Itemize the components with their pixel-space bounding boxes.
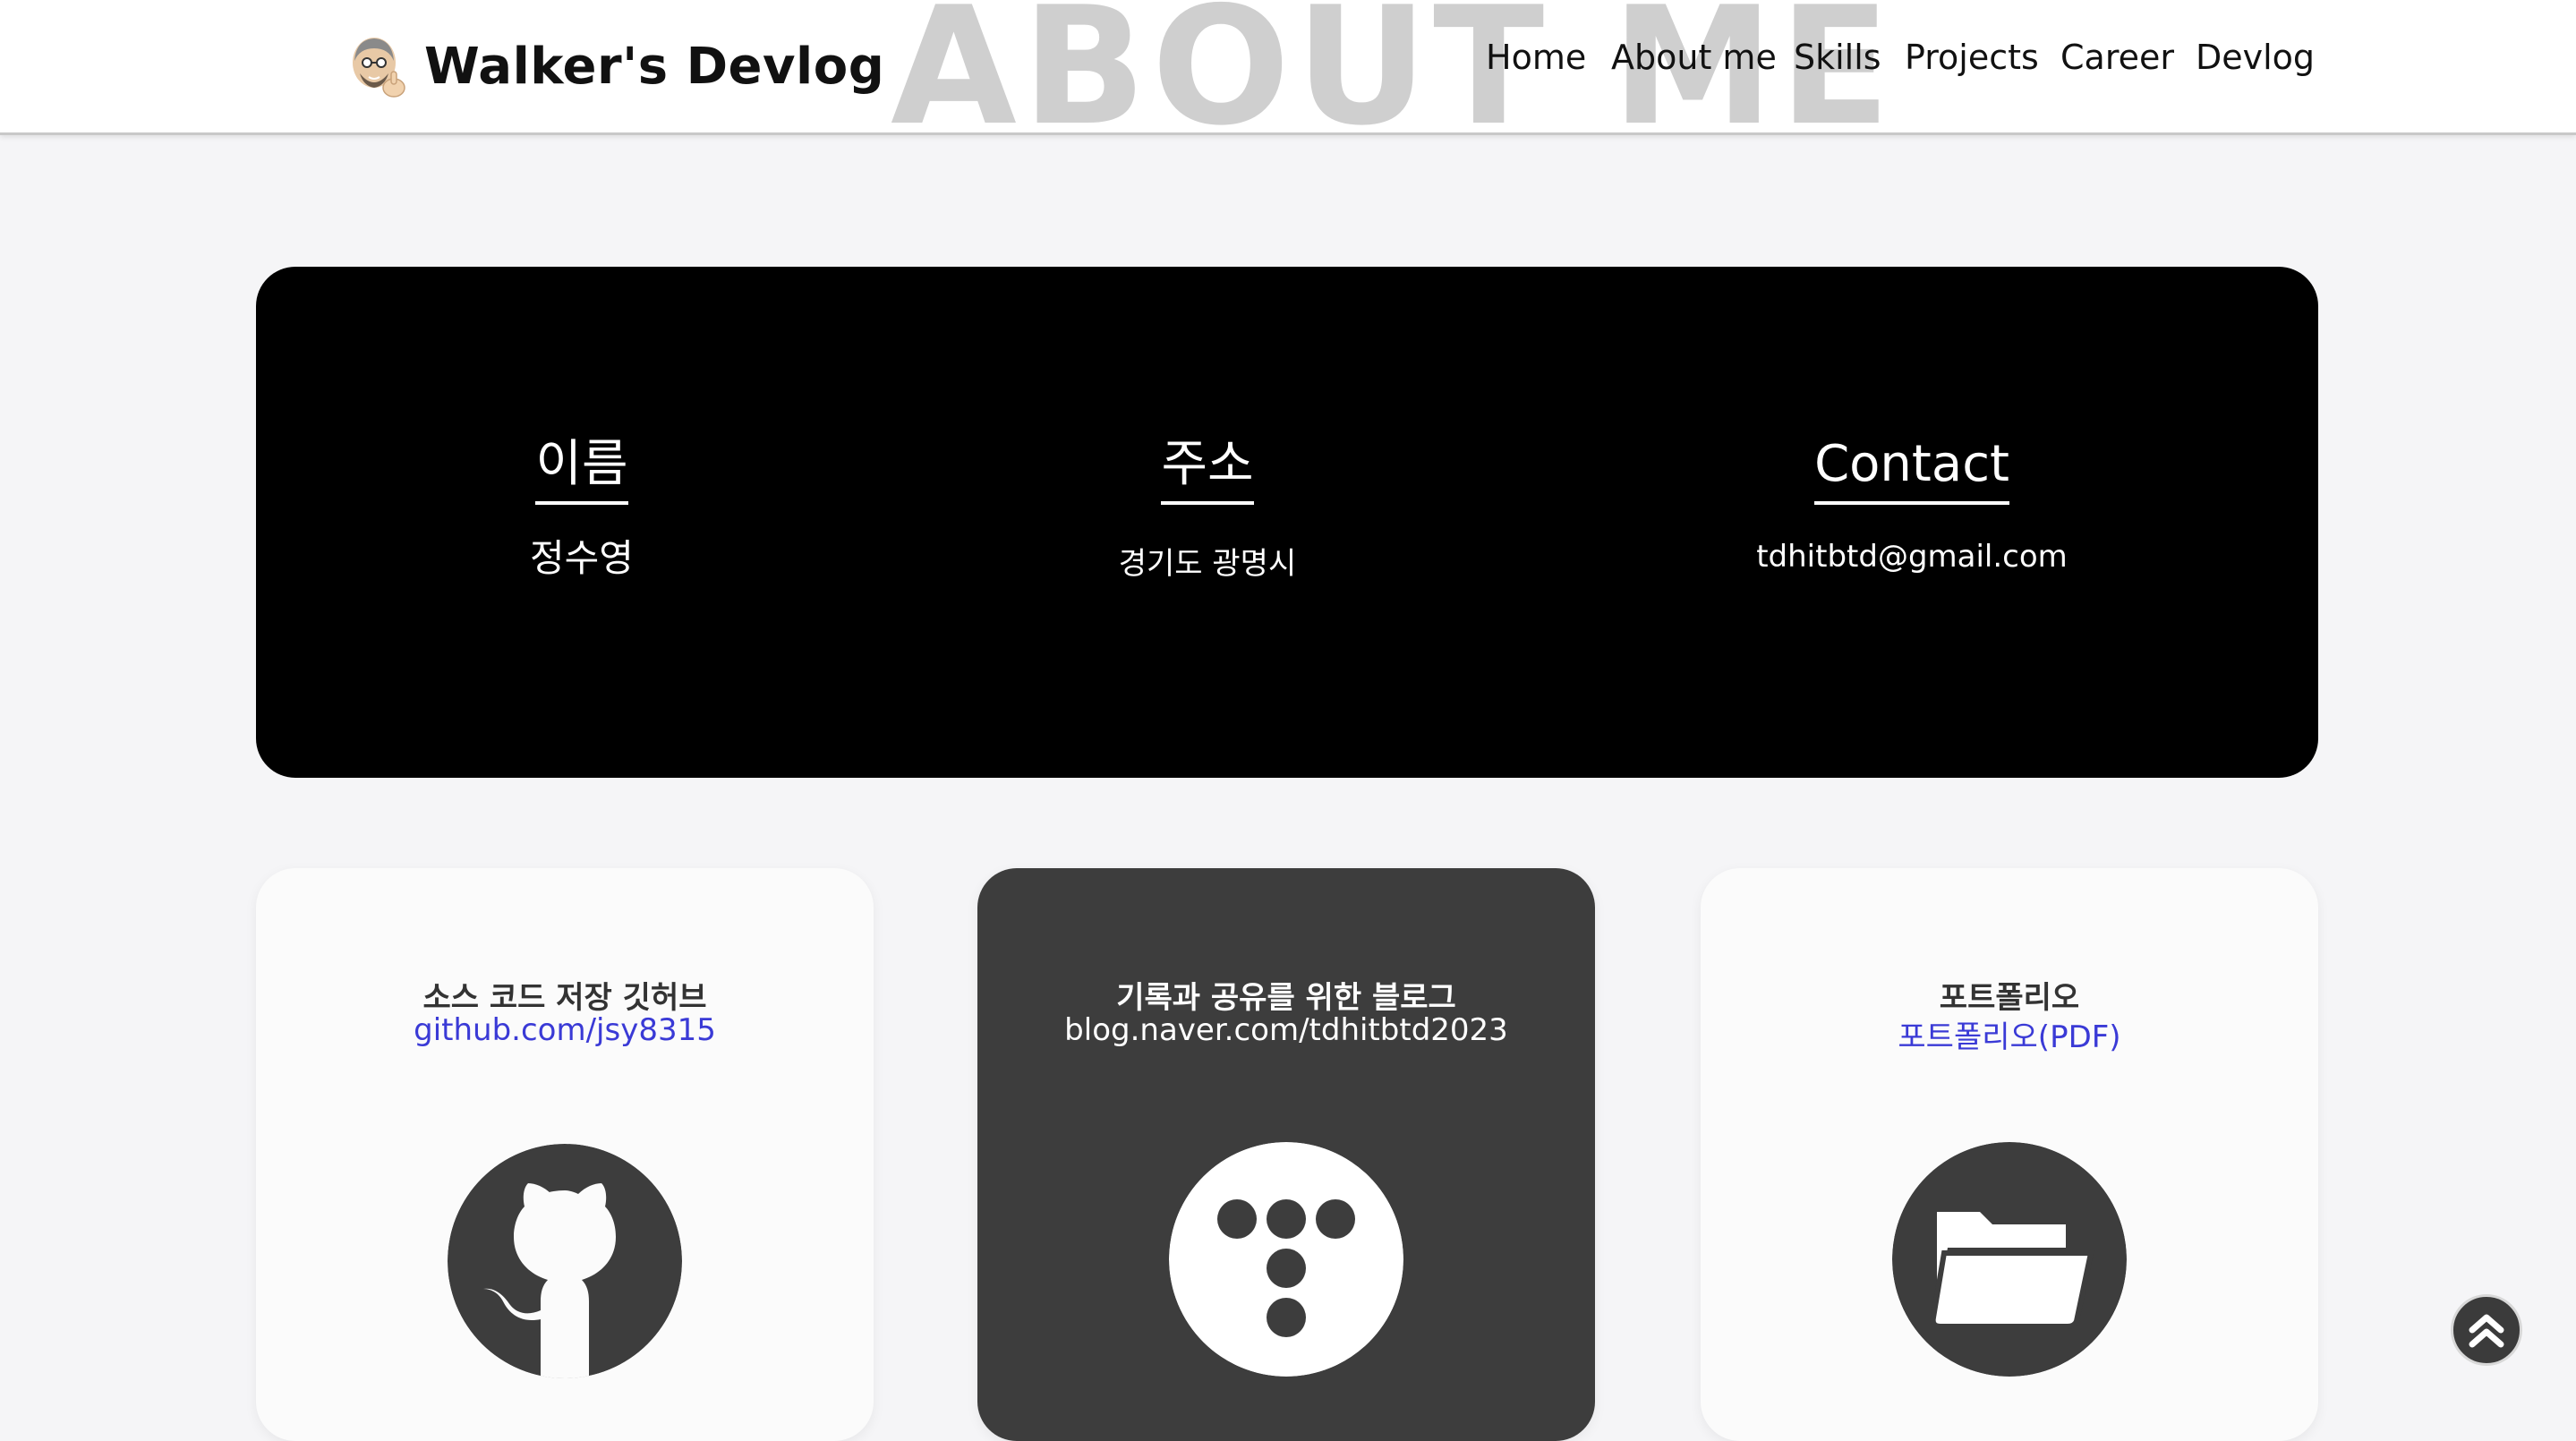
info-address: 주소 경기도 광명시 <box>939 437 1476 583</box>
portfolio-card: 포트폴리오 포트폴리오(PDF) <box>1701 868 2318 1441</box>
info-address-value: 경기도 광명시 <box>1118 545 1297 582</box>
github-card-title: 소스 코드 저장 깃허브 <box>422 980 707 1016</box>
portfolio-card-title: 포트폴리오 <box>1939 980 2080 1016</box>
memoji-thumbs-up-icon <box>353 38 405 98</box>
nav-projects[interactable]: Projects <box>1905 38 2039 77</box>
info-name-heading: 이름 <box>535 437 628 505</box>
blog-card-title: 기록과 공유를 위한 블로그 <box>1116 980 1456 1016</box>
info-contact: Contact tdhitbtd@gmail.com <box>1643 437 2180 575</box>
info-name: 이름 정수영 <box>313 437 850 583</box>
info-name-value: 정수영 <box>530 535 634 580</box>
nav-devlog[interactable]: Devlog <box>2196 38 2315 77</box>
github-link[interactable]: github.com/jsy8315 <box>256 1012 874 1048</box>
brand-name: Walker's Devlog <box>424 37 885 96</box>
profile-info-panel: 이름 정수영 주소 경기도 광명시 Contact tdhitbtd@gmail… <box>256 267 2318 778</box>
nav-career[interactable]: Career <box>2060 38 2174 77</box>
blog-card: 기록과 공유를 위한 블로그 blog.naver.com/tdhitbtd20… <box>977 868 1595 1441</box>
github-card: 소스 코드 저장 깃허브 github.com/jsy8315 <box>256 868 874 1441</box>
double-chevron-up-icon <box>2469 1314 2504 1348</box>
folder-icon[interactable] <box>1892 1142 2127 1377</box>
blog-link[interactable]: blog.naver.com/tdhitbtd2023 <box>977 1012 1595 1048</box>
nav-home[interactable]: Home <box>1486 38 1586 77</box>
portfolio-link[interactable]: 포트폴리오(PDF) <box>1701 1012 2318 1056</box>
section-background-title: ABOUT ME <box>891 0 1897 161</box>
github-icon[interactable] <box>448 1144 682 1378</box>
site-header: ABOUT ME Walker's Devlog Home About me S… <box>0 0 2576 156</box>
nav-about-me[interactable]: About me <box>1611 38 1777 77</box>
info-contact-heading: Contact <box>1814 437 2009 505</box>
brand-logo-link[interactable]: Walker's Devlog <box>344 29 884 104</box>
info-contact-value: tdhitbtd@gmail.com <box>1756 538 2068 575</box>
scroll-to-top-button[interactable] <box>2451 1294 2522 1366</box>
nav-skills[interactable]: Skills <box>1794 38 1881 77</box>
info-address-heading: 주소 <box>1161 437 1254 505</box>
tistory-icon[interactable] <box>1169 1142 1403 1377</box>
